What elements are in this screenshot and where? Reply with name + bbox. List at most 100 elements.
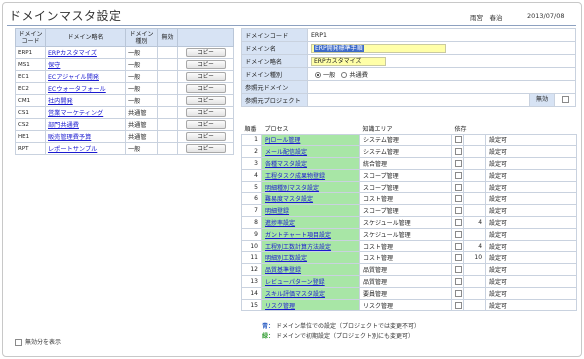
copy-button[interactable]: コピー	[185, 84, 226, 93]
copy-button[interactable]: コピー	[185, 60, 226, 69]
process-dep-checkbox[interactable]	[455, 301, 462, 309]
process-link[interactable]: スキル評価マスタ設定	[265, 291, 325, 298]
process-order: 3	[241, 157, 262, 170]
process-dep-checkbox[interactable]	[455, 148, 462, 156]
process-link[interactable]: メール配信設定	[265, 149, 307, 156]
domain-kind: 共通管	[125, 106, 158, 119]
process-dep-check-cell	[451, 180, 464, 194]
process-row: 11 明細別工数設定 コスト管理 10 設定可	[241, 251, 578, 265]
show-invalid-checkbox[interactable]	[15, 339, 22, 346]
domain-short-name-cell: レポートサンプル	[45, 142, 126, 155]
process-cell: 難易度マスタ設定	[261, 192, 360, 206]
process-status: 設定可	[485, 168, 578, 182]
process-order: 12	[241, 263, 262, 277]
domain-row[interactable]: CS2 部門共通費 共通管 コピー	[15, 118, 234, 131]
process-dep-checkbox[interactable]	[455, 277, 462, 285]
process-link[interactable]: 進捗率設定	[265, 220, 295, 227]
process-row: 5 明細種別マスタ設定 スコープ管理 設定可	[241, 180, 578, 194]
copy-button[interactable]: コピー	[185, 120, 226, 129]
process-dep-checkbox[interactable]	[455, 218, 462, 226]
copy-cell: コピー	[177, 46, 234, 59]
process-link[interactable]: 工程タスク成果物登録	[265, 173, 325, 180]
process-dep-checkbox[interactable]	[455, 254, 462, 262]
process-link[interactable]: PJロール管理	[265, 137, 300, 144]
process-order: 6	[241, 192, 262, 206]
process-link[interactable]: 明細別工数設定	[265, 255, 307, 262]
copy-button[interactable]: コピー	[185, 108, 226, 117]
legend-blue-text: ドメイン単位での設定（プロジェクトでは変更不可）	[275, 323, 420, 330]
process-row: 3 各種マスタ設定 統合管理 設定可	[241, 157, 578, 170]
domain-code: EC2	[15, 82, 46, 95]
process-link[interactable]: 工程別工数計算方法設定	[265, 244, 331, 251]
kind-common-radio[interactable]	[341, 71, 348, 78]
copy-button[interactable]: コピー	[185, 48, 226, 57]
process-cell: 工程タスク成果物登録	[261, 168, 360, 182]
domain-name-input[interactable]: ERP開発標準手順	[311, 43, 446, 53]
process-dep-check-cell	[451, 133, 464, 147]
process-cell: メール配信設定	[261, 145, 360, 159]
process-link[interactable]: 明細登録	[265, 208, 289, 215]
domain-kind: 一般	[125, 142, 158, 155]
domain-row[interactable]: RPT レポートサンプル 一般 コピー	[15, 142, 234, 155]
process-dep-check-cell	[451, 251, 464, 265]
process-area: コスト管理	[359, 192, 452, 206]
domain-kind: 一般	[125, 70, 158, 83]
domain-short-name-link[interactable]: ERPカスタマイズ	[48, 50, 97, 57]
kind-general-radio[interactable]	[315, 71, 321, 78]
process-link[interactable]: 難易度マスタ設定	[265, 196, 313, 203]
domain-row[interactable]: HE1 販売管理費予算 共通管 コピー	[15, 130, 234, 143]
domain-short-name-link[interactable]: 部門共通費	[48, 122, 79, 129]
copy-button[interactable]: コピー	[185, 96, 226, 105]
process-dep-checkbox[interactable]	[455, 266, 462, 274]
process-row: 10 工程別工数計算方法設定 コスト管理 4 設定可	[241, 239, 578, 253]
copy-button[interactable]: コピー	[185, 72, 226, 81]
domain-row[interactable]: CS1 営業マーケティング 共通管 コピー	[15, 106, 234, 119]
process-link[interactable]: 各種マスタ設定	[265, 161, 307, 168]
invalid-checkbox[interactable]	[562, 96, 569, 103]
copy-button[interactable]: コピー	[185, 144, 226, 153]
process-dep-checkbox[interactable]	[455, 195, 462, 203]
page-title: ドメインマスタ設定	[9, 9, 122, 23]
process-link[interactable]: 品質基準登録	[265, 267, 301, 274]
show-invalid-toggle[interactable]: 無効分を表示	[15, 337, 61, 346]
process-status: 設定可	[485, 239, 578, 253]
process-order: 13	[241, 275, 262, 288]
process-link[interactable]: レビューパターン登録	[265, 279, 325, 286]
process-dep-checkbox[interactable]	[455, 183, 462, 191]
process-dep-check-cell	[451, 145, 464, 159]
process-dep-checkbox[interactable]	[455, 230, 462, 238]
process-status: 設定可	[485, 157, 578, 170]
invalid-label: 無効	[529, 94, 555, 106]
domain-row[interactable]: MS1 保守 一般 コピー	[15, 58, 234, 71]
process-dep-checkbox[interactable]	[455, 242, 462, 250]
process-dep: 4	[462, 216, 487, 229]
process-dep-checkbox[interactable]	[455, 136, 462, 144]
domain-short-name-link[interactable]: 保守	[48, 62, 60, 69]
process-dep-check-cell	[451, 286, 464, 300]
process-cell: 明細登録	[261, 204, 360, 218]
process-link[interactable]: 明細種別マスタ設定	[265, 185, 319, 192]
domain-short-input[interactable]: ERPカスタマイズ	[311, 56, 386, 66]
process-order: 1	[241, 133, 262, 147]
process-dep-checkbox[interactable]	[455, 159, 462, 167]
domain-short-name-link[interactable]: 社内開発	[48, 98, 73, 105]
process-dep	[462, 275, 487, 288]
process-dep-checkbox[interactable]	[455, 207, 462, 215]
domain-short-name-link[interactable]: 販売管理費予算	[48, 134, 91, 141]
process-link[interactable]: リスク管理	[265, 303, 295, 310]
domain-code: EC1	[15, 70, 46, 83]
process-link[interactable]: ガントチャート項目設定	[265, 232, 331, 239]
domain-short-name-link[interactable]: 営業マーケティング	[48, 110, 103, 117]
process-dep-checkbox[interactable]	[455, 289, 462, 297]
domain-row[interactable]: EC2 ECウォータフォール 一般 コピー	[15, 82, 234, 95]
process-dep-checkbox[interactable]	[455, 171, 462, 179]
process-order: 10	[241, 239, 262, 253]
domain-short-name-link[interactable]: ECウォータフォール	[48, 86, 106, 93]
domain-row[interactable]: CM1 社内開発 一般 コピー	[15, 94, 234, 107]
domain-short-name-link[interactable]: ECアジャイル開発	[48, 74, 99, 81]
domain-row[interactable]: ERP1 ERPカスタマイズ 一般 コピー	[15, 46, 234, 59]
domain-short-name-link[interactable]: レポートサンプル	[48, 146, 97, 153]
process-cell: 各種マスタ設定	[261, 157, 360, 170]
domain-row[interactable]: EC1 ECアジャイル開発 一般 コピー	[15, 70, 234, 83]
copy-button[interactable]: コピー	[185, 132, 226, 141]
